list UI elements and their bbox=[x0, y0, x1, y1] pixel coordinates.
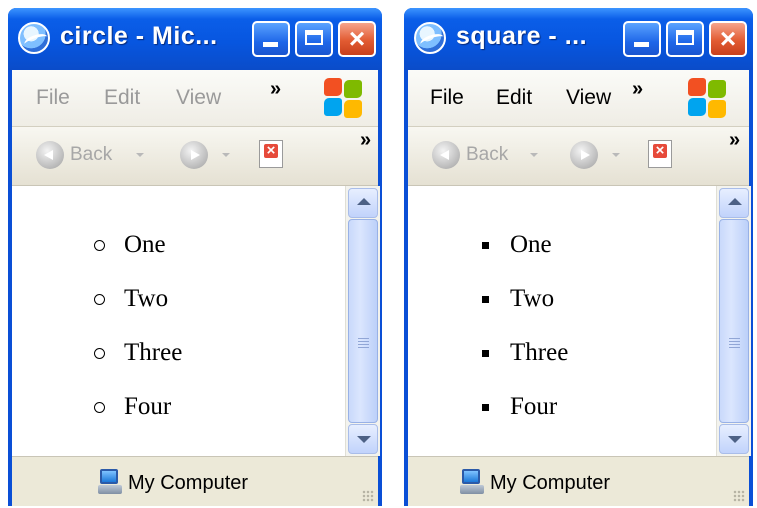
window-client: File Edit View » Back » One Two Th bbox=[12, 70, 380, 506]
list-item: Four bbox=[94, 392, 334, 446]
circle-bullet bbox=[94, 402, 105, 413]
list-item-text: One bbox=[124, 231, 166, 258]
back-button-label[interactable]: Back bbox=[466, 144, 508, 166]
menu-bar: File Edit View » bbox=[408, 70, 749, 127]
window-title: square - ... bbox=[456, 22, 588, 50]
maximize-icon bbox=[305, 30, 323, 45]
scroll-thumb[interactable] bbox=[719, 219, 749, 423]
circle-bullet bbox=[94, 240, 105, 251]
list-item: Three bbox=[480, 338, 700, 392]
list-item-text: Two bbox=[124, 285, 169, 312]
square-bullet bbox=[482, 296, 489, 303]
ie-icon bbox=[414, 22, 446, 54]
forward-arrow-icon[interactable] bbox=[180, 141, 208, 169]
toolbar: Back » bbox=[408, 127, 749, 186]
square-bullet bbox=[482, 350, 489, 357]
menu-edit[interactable]: Edit bbox=[496, 86, 532, 110]
list-item: Two bbox=[94, 284, 334, 338]
square-bullet bbox=[482, 404, 489, 411]
scroll-thumb[interactable] bbox=[348, 219, 378, 423]
bullet-list: One Two Three Four bbox=[94, 230, 334, 446]
page-content: One Two Three Four bbox=[408, 186, 716, 456]
maximize-button[interactable] bbox=[666, 21, 704, 57]
forward-dropdown-arrow[interactable] bbox=[222, 153, 230, 157]
bullet-list: One Two Three Four bbox=[480, 230, 700, 446]
browser-window-circle: circle - Mic... × File Edit View » Back … bbox=[8, 8, 382, 506]
close-button[interactable]: × bbox=[709, 21, 747, 57]
browser-window-square: square - ... × File Edit View » Back » bbox=[404, 8, 753, 506]
toolbar-overflow-chevron[interactable]: » bbox=[360, 129, 371, 152]
menu-view[interactable]: View bbox=[176, 86, 221, 110]
title-bar[interactable]: circle - Mic... × bbox=[8, 8, 382, 70]
minimize-icon bbox=[263, 42, 278, 47]
minimize-button[interactable] bbox=[252, 21, 290, 57]
status-zone-label: My Computer bbox=[490, 472, 611, 494]
forward-dropdown-arrow[interactable] bbox=[612, 153, 620, 157]
windows-logo-icon bbox=[688, 78, 728, 118]
scroll-up-button[interactable] bbox=[348, 188, 378, 218]
menu-overflow-chevron[interactable]: » bbox=[270, 78, 281, 101]
status-bar: My Computer bbox=[12, 456, 378, 506]
stop-icon[interactable] bbox=[648, 140, 672, 168]
window-title: circle - Mic... bbox=[60, 22, 218, 50]
ie-icon bbox=[18, 22, 50, 54]
list-item-text: One bbox=[510, 231, 552, 258]
back-dropdown-arrow[interactable] bbox=[136, 153, 144, 157]
list-item: Three bbox=[94, 338, 334, 392]
menu-edit[interactable]: Edit bbox=[104, 86, 140, 110]
square-bullet bbox=[482, 242, 489, 249]
status-zone-label: My Computer bbox=[128, 472, 249, 494]
status-bar: My Computer bbox=[408, 456, 749, 506]
list-item: One bbox=[480, 230, 700, 284]
my-computer-icon bbox=[460, 469, 484, 495]
scroll-down-button[interactable] bbox=[719, 424, 749, 454]
stop-icon[interactable] bbox=[259, 140, 283, 168]
resize-grip[interactable] bbox=[362, 490, 374, 502]
back-arrow-icon[interactable] bbox=[432, 141, 460, 169]
back-dropdown-arrow[interactable] bbox=[530, 153, 538, 157]
maximize-icon bbox=[676, 30, 694, 45]
list-item-text: Four bbox=[124, 393, 172, 420]
circle-bullet bbox=[94, 294, 105, 305]
minimize-button[interactable] bbox=[623, 21, 661, 57]
title-bar[interactable]: square - ... × bbox=[404, 8, 753, 70]
resize-grip[interactable] bbox=[733, 490, 745, 502]
list-item-text: Two bbox=[510, 285, 555, 312]
vertical-scrollbar[interactable] bbox=[716, 186, 751, 456]
menu-view[interactable]: View bbox=[566, 86, 611, 110]
window-client: File Edit View » Back » One Two Th bbox=[408, 70, 751, 506]
menu-overflow-chevron[interactable]: » bbox=[632, 78, 643, 101]
close-button[interactable]: × bbox=[338, 21, 376, 57]
vertical-scrollbar[interactable] bbox=[345, 186, 380, 456]
list-item: Four bbox=[480, 392, 700, 446]
minimize-icon bbox=[634, 42, 649, 47]
my-computer-icon bbox=[98, 469, 122, 495]
maximize-button[interactable] bbox=[295, 21, 333, 57]
menu-bar: File Edit View » bbox=[12, 70, 378, 127]
back-arrow-icon[interactable] bbox=[36, 141, 64, 169]
scroll-up-button[interactable] bbox=[719, 188, 749, 218]
forward-arrow-icon[interactable] bbox=[570, 141, 598, 169]
close-icon: × bbox=[719, 23, 737, 54]
back-button-label[interactable]: Back bbox=[70, 144, 112, 166]
scroll-down-button[interactable] bbox=[348, 424, 378, 454]
list-item-text: Three bbox=[124, 339, 183, 366]
close-icon: × bbox=[348, 23, 366, 54]
circle-bullet bbox=[94, 348, 105, 359]
windows-logo-icon bbox=[324, 78, 364, 118]
menu-file[interactable]: File bbox=[430, 86, 464, 110]
page-content: One Two Three Four bbox=[12, 186, 345, 456]
list-item: Two bbox=[480, 284, 700, 338]
list-item: One bbox=[94, 230, 334, 284]
toolbar-overflow-chevron[interactable]: » bbox=[729, 129, 740, 152]
list-item-text: Four bbox=[510, 393, 558, 420]
menu-file[interactable]: File bbox=[36, 86, 70, 110]
toolbar: Back » bbox=[12, 127, 378, 186]
list-item-text: Three bbox=[510, 339, 569, 366]
